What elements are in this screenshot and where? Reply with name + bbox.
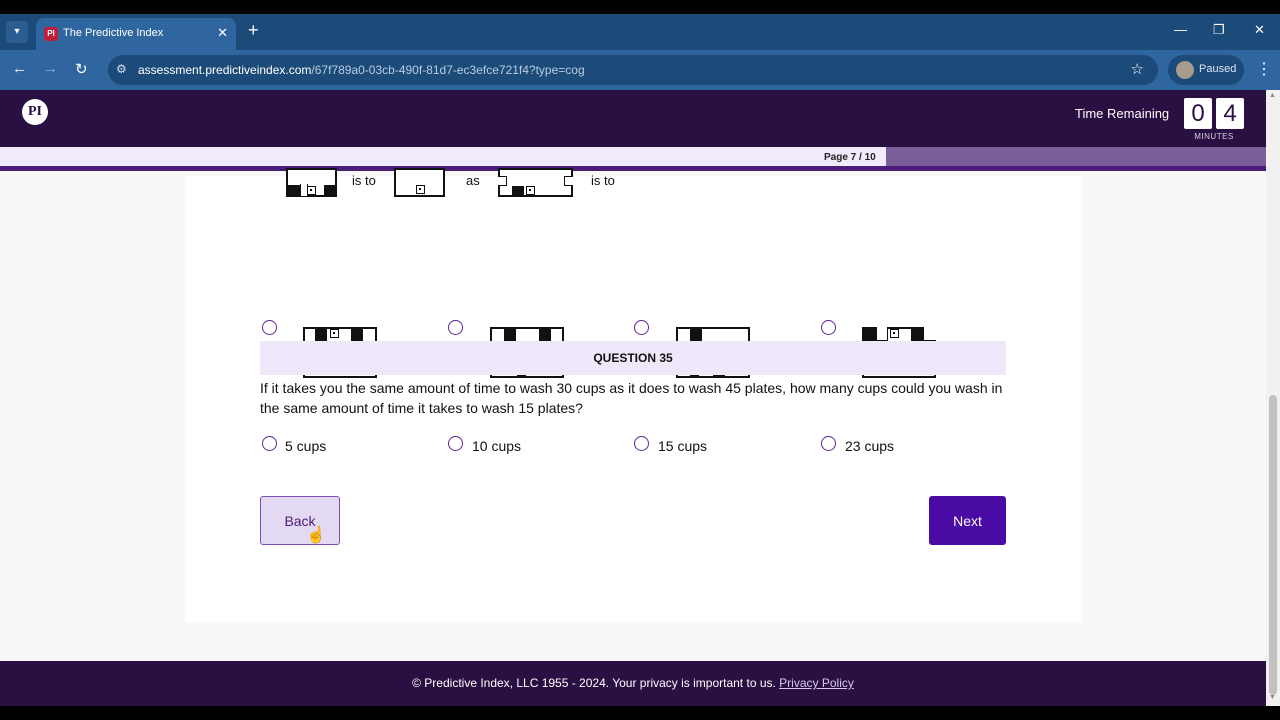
tab-title: The Predictive Index [63,27,164,39]
bookmark-star-icon[interactable]: ☆ [1131,60,1144,78]
site-settings-icon[interactable]: ⚙ [116,62,127,76]
browser-menu-icon[interactable]: ⋮ [1256,59,1272,79]
progress-bar: Page 7 / 10 [0,147,1266,171]
window-close-icon[interactable]: ✕ [1254,22,1265,38]
reload-icon[interactable]: ↻ [75,60,88,78]
favicon-icon: PI [44,27,58,41]
answer-radio-1[interactable] [262,436,277,451]
answer-label-2[interactable]: 10 cups [472,438,521,454]
analogy-word: as [466,173,480,188]
time-remaining-label: Time Remaining [1075,106,1170,121]
timer-digit: 4 [1216,98,1244,129]
back-button[interactable]: Back [260,496,340,545]
figure-option-radio-2[interactable] [448,320,463,335]
answer-label-3[interactable]: 15 cups [658,438,707,454]
prompt-figure-2 [394,168,445,197]
timer-unit: MINUTES [1194,132,1234,141]
app-header: PI Time Remaining 0 4 MINUTES [0,90,1266,147]
prompt-figure-3 [498,168,573,197]
scrollbar-thumb[interactable] [1269,395,1277,695]
question-card: is to as is to QUESTION 35 If it takes y… [185,168,1081,622]
vertical-scrollbar[interactable]: ▲ ▼ [1266,90,1280,706]
restore-icon[interactable]: ❐ [1213,22,1225,38]
new-tab-icon[interactable]: + [248,20,259,41]
figure-option-radio-3[interactable] [634,320,649,335]
url-bar[interactable]: ⚙ assessment.predictiveindex.com/67f789a… [108,55,1158,85]
figure-option-radio-1[interactable] [262,320,277,335]
profile-label: Paused [1199,63,1237,75]
forward-arrow-icon[interactable]: → [43,60,58,77]
answer-label-4[interactable]: 23 cups [845,438,894,454]
pi-logo: PI [22,99,48,125]
prompt-figure-1 [286,168,337,197]
next-button[interactable]: Next [929,496,1006,545]
answer-radio-3[interactable] [634,436,649,451]
answer-radio-2[interactable] [448,436,463,451]
page-counter: Page 7 / 10 [824,152,876,163]
browser-tab[interactable]: PI The Predictive Index ✕ [36,18,236,50]
figure-option-radio-4[interactable] [821,320,836,335]
answer-radio-4[interactable] [821,436,836,451]
address-toolbar: ← → ↻ ⚙ assessment.predictiveindex.com/6… [0,50,1280,90]
back-arrow-icon[interactable]: ← [12,60,27,77]
answer-label-1[interactable]: 5 cups [285,438,326,454]
copyright-text: © Predictive Index, LLC 1955 - 2024. You… [412,676,776,690]
hand-cursor-icon: ☝ [306,527,326,544]
analogy-word: is to [352,173,376,188]
tab-close-icon[interactable]: ✕ [217,25,228,41]
analogy-word: is to [591,173,615,188]
privacy-policy-link[interactable]: Privacy Policy [779,676,854,690]
scroll-down-icon[interactable]: ▼ [1269,694,1276,701]
timer-digit: 0 [1184,98,1212,129]
scroll-up-icon[interactable]: ▲ [1269,92,1276,99]
page-footer: © Predictive Index, LLC 1955 - 2024. You… [0,661,1266,706]
question-text: If it takes you the same amount of time … [260,380,1003,416]
progress-fill [0,147,887,166]
avatar [1176,61,1194,79]
minimize-icon[interactable]: — [1174,22,1187,37]
page-viewport: PI Time Remaining 0 4 MINUTES Page 7 / 1… [0,90,1266,706]
profile-button[interactable]: Paused [1168,55,1244,85]
question-heading: QUESTION 35 [260,341,1006,375]
url-text[interactable]: assessment.predictiveindex.com/67f789a0-… [138,63,585,77]
browser-tab-bar: ▾ PI The Predictive Index ✕ + — ❐ ✕ [0,14,1280,50]
tab-search-chevron-icon[interactable]: ▾ [6,21,28,43]
